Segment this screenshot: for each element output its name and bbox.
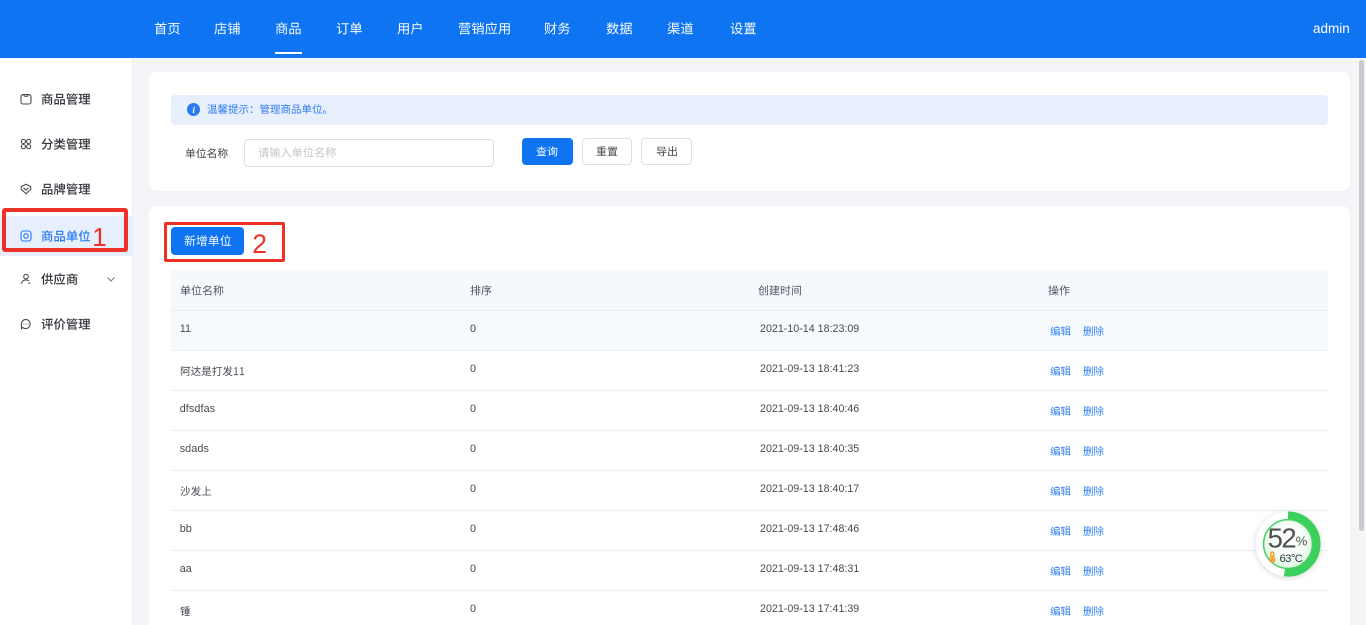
svg-text:%: % bbox=[1296, 533, 1308, 548]
svg-text:i: i bbox=[192, 106, 195, 116]
svg-text:52: 52 bbox=[1268, 522, 1296, 553]
svg-text:63°C: 63°C bbox=[1280, 552, 1303, 564]
